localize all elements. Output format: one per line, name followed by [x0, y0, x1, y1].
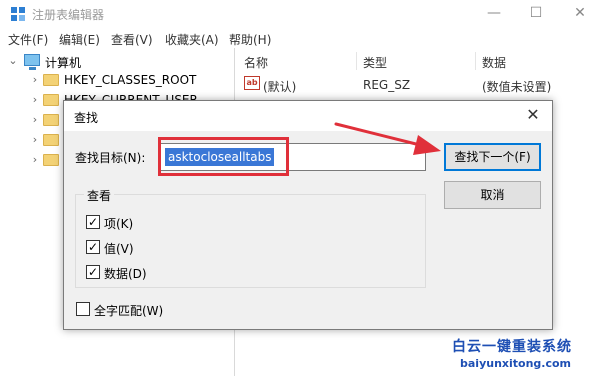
folder-icon — [43, 114, 59, 126]
column-header-type[interactable]: 类型 — [363, 54, 387, 71]
string-value-icon: ab — [244, 76, 260, 90]
checkbox-checked-icon[interactable]: ✓ — [86, 240, 100, 254]
value-type: REG_SZ — [363, 78, 411, 92]
column-header-data[interactable]: 数据 — [482, 54, 506, 71]
title-bar: 注册表编辑器 — ☐ ✕ — [0, 0, 601, 28]
minimize-button[interactable]: — — [484, 4, 504, 22]
group-label: 查看 — [84, 187, 115, 204]
chevron-right-icon[interactable]: › — [30, 90, 40, 110]
menu-favorites[interactable]: 收藏夹(A) — [165, 31, 219, 48]
dialog-title-bar[interactable]: 查找 ✕ — [64, 101, 552, 131]
annotation-highlight-box — [158, 137, 289, 176]
window-title: 注册表编辑器 — [32, 8, 105, 22]
value-data: (数值未设置) — [482, 80, 552, 94]
menu-file[interactable]: 文件(F) — [8, 31, 48, 48]
column-divider[interactable] — [475, 52, 476, 70]
tree-item-hku[interactable]: › — [0, 130, 60, 150]
column-header-name[interactable]: 名称 — [244, 54, 268, 71]
column-divider[interactable] — [356, 52, 357, 70]
cancel-button[interactable]: 取消 — [444, 181, 541, 209]
checkbox-unchecked-icon[interactable] — [76, 302, 90, 316]
chevron-right-icon[interactable]: › — [30, 70, 40, 90]
close-window-button[interactable]: ✕ — [570, 4, 590, 22]
watermark-title: 白云一键重装系统 — [452, 339, 572, 355]
folder-icon — [43, 154, 59, 166]
dialog-title: 查找 — [74, 111, 99, 125]
chevron-right-icon[interactable]: › — [30, 150, 40, 170]
menu-view[interactable]: 查看(V) — [111, 31, 153, 48]
value-name[interactable]: (默认) — [263, 78, 296, 95]
registry-editor-icon — [11, 7, 25, 21]
tree-item-hkcr[interactable]: › HKEY_CLASSES_ROOT — [0, 70, 235, 90]
folder-icon — [43, 94, 59, 106]
maximize-button[interactable]: ☐ — [526, 4, 546, 22]
tree-item-computer[interactable]: ⌄ 计算机 — [0, 51, 235, 71]
checkbox-checked-icon[interactable]: ✓ — [86, 215, 100, 229]
chevron-down-icon[interactable]: ⌄ — [8, 51, 18, 71]
find-target-label: 查找目标(N): — [75, 151, 146, 165]
chevron-right-icon[interactable]: › — [30, 130, 40, 150]
tree-item-label: HKEY_CLASSES_ROOT — [64, 73, 197, 87]
menu-bar: 文件(F) 编辑(E) 查看(V) 收藏夹(A) 帮助(H) — [0, 28, 601, 48]
watermark-url: baiyunxitong.com — [460, 357, 572, 370]
close-icon[interactable]: ✕ — [524, 106, 542, 124]
folder-icon — [43, 74, 59, 86]
menu-help[interactable]: 帮助(H) — [229, 31, 271, 48]
option-label: 值(V) — [104, 242, 134, 256]
checkbox-checked-icon[interactable]: ✓ — [86, 265, 100, 279]
tree-item-label: 计算机 — [45, 56, 82, 70]
look-at-group: 查看 ✓ 项(K) ✓ 值(V) ✓ 数据(D) — [75, 187, 426, 288]
computer-icon — [24, 54, 40, 70]
option-label: 全字匹配(W) — [94, 304, 164, 318]
menu-edit[interactable]: 编辑(E) — [59, 31, 100, 48]
option-label: 数据(D) — [104, 267, 147, 281]
folder-icon — [43, 134, 59, 146]
find-next-button[interactable]: 查找下一个(F) — [444, 143, 541, 171]
tree-item-hklm[interactable]: › — [0, 110, 60, 130]
tree-item-hkcc[interactable]: › — [0, 150, 60, 170]
option-label: 项(K) — [104, 217, 134, 231]
find-dialog: 查找 ✕ 查找目标(N): asktoclosealltabs 查找下一个(F)… — [63, 100, 553, 330]
chevron-right-icon[interactable]: › — [30, 110, 40, 130]
